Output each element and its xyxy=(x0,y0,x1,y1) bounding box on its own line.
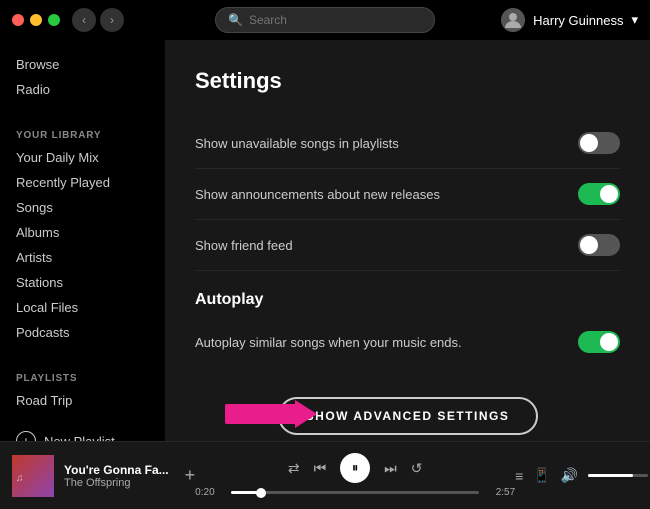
settings-content: Settings Show unavailable songs in playl… xyxy=(165,40,650,441)
sidebar-item-albums[interactable]: Albums xyxy=(0,220,165,245)
sidebar: Browse Radio Your Library Your Daily Mix… xyxy=(0,40,165,441)
settings-title: Settings xyxy=(195,68,620,94)
sidebar-library-section: Your Library Your Daily Mix Recently Pla… xyxy=(0,122,165,353)
setting-row-friend-feed: Show friend feed xyxy=(195,220,620,271)
sidebar-item-artists[interactable]: Artists xyxy=(0,245,165,270)
track-info: You're Gonna Fa... The Offspring xyxy=(64,463,169,489)
next-button[interactable]: ⏭ xyxy=(384,460,397,477)
toggle-releases[interactable] xyxy=(578,183,620,205)
sidebar-item-podcasts[interactable]: Podcasts xyxy=(0,320,165,345)
volume-bar[interactable] xyxy=(588,474,648,477)
player-track-info: ♫ You're Gonna Fa... The Offspring + xyxy=(12,455,195,497)
setting-row-releases: Show announcements about new releases xyxy=(195,169,620,220)
search-bar[interactable]: 🔍 xyxy=(215,7,435,33)
minimize-button[interactable] xyxy=(30,14,42,26)
volume-icon[interactable]: 🔊 xyxy=(561,467,578,484)
chevron-down-icon: ▾ xyxy=(631,12,638,28)
toggle-knob-friend-feed xyxy=(580,236,598,254)
sidebar-item-songs[interactable]: Songs xyxy=(0,195,165,220)
toggle-friend-feed[interactable] xyxy=(578,234,620,256)
plus-icon: + xyxy=(16,431,36,441)
new-playlist-button[interactable]: + New Playlist xyxy=(0,425,165,441)
autoplay-desc: Autoplay similar songs when your music e… xyxy=(195,335,462,350)
autoplay-header: Autoplay xyxy=(195,291,620,309)
toggle-knob-releases xyxy=(600,185,618,203)
username: Harry Guinness xyxy=(533,13,623,28)
friend-feed-label: Show friend feed xyxy=(195,238,293,253)
sidebar-item-local-files[interactable]: Local Files xyxy=(0,295,165,320)
avatar xyxy=(501,8,525,32)
album-art-image: ♫ xyxy=(12,455,54,497)
player-controls: ⇄ ⏮ ⏸ ⏭ ↺ 0:20 2:57 xyxy=(195,453,515,498)
search-icon: 🔍 xyxy=(228,13,243,27)
track-name: You're Gonna Fa... xyxy=(64,463,169,477)
sidebar-item-daily-mix[interactable]: Your Daily Mix xyxy=(0,145,165,170)
queue-icon[interactable]: ≡ xyxy=(515,468,523,484)
album-art: ♫ xyxy=(12,455,54,497)
progress-dot xyxy=(256,488,266,498)
maximize-button[interactable] xyxy=(48,14,60,26)
playlists-label: Playlists xyxy=(0,365,165,388)
previous-button[interactable]: ⏮ xyxy=(314,460,327,477)
unavailable-label: Show unavailable songs in playlists xyxy=(195,136,399,151)
close-button[interactable] xyxy=(12,14,24,26)
toggle-autoplay[interactable] xyxy=(578,331,620,353)
player-bar: ♫ You're Gonna Fa... The Offspring + ⇄ ⏮… xyxy=(0,441,650,509)
autoplay-row: Autoplay similar songs when your music e… xyxy=(195,321,620,363)
user-area[interactable]: Harry Guinness ▾ xyxy=(501,8,638,32)
new-playlist-label: New Playlist xyxy=(44,434,115,442)
control-buttons: ⇄ ⏮ ⏸ ⏭ ↺ xyxy=(288,453,423,483)
forward-button[interactable]: › xyxy=(100,8,124,32)
svg-text:♫: ♫ xyxy=(16,473,24,484)
progress-row: 0:20 2:57 xyxy=(195,487,515,498)
sidebar-top-section: Browse Radio xyxy=(0,52,165,110)
sidebar-item-stations[interactable]: Stations xyxy=(0,270,165,295)
toggle-knob-unavailable xyxy=(580,134,598,152)
progress-bar[interactable] xyxy=(231,491,479,494)
sidebar-item-browse[interactable]: Browse xyxy=(0,52,165,77)
pink-arrow-annotation xyxy=(225,400,317,428)
nav-arrows: ‹ › xyxy=(72,8,124,32)
sidebar-item-radio[interactable]: Radio xyxy=(0,77,165,102)
player-right-controls: ≡ 📱 🔊 ⛶ xyxy=(515,467,650,484)
sidebar-playlists-section: Playlists Road Trip xyxy=(0,365,165,421)
advanced-section: SHOW ADVANCED SETTINGS xyxy=(195,379,620,441)
add-to-library-button[interactable]: + xyxy=(185,465,196,486)
your-library-label: Your Library xyxy=(0,122,165,145)
releases-label: Show announcements about new releases xyxy=(195,187,440,202)
toggle-unavailable[interactable] xyxy=(578,132,620,154)
traffic-lights xyxy=(12,14,60,26)
back-button[interactable]: ‹ xyxy=(72,8,96,32)
current-time: 0:20 xyxy=(195,487,223,498)
toggle-knob-autoplay xyxy=(600,333,618,351)
volume-fill xyxy=(588,474,633,477)
setting-row-unavailable: Show unavailable songs in playlists xyxy=(195,118,620,169)
title-bar: ‹ › 🔍 Harry Guinness ▾ xyxy=(0,0,650,40)
track-artist: The Offspring xyxy=(64,477,169,489)
repeat-button[interactable]: ↺ xyxy=(411,460,423,477)
progress-fill xyxy=(231,491,261,494)
total-time: 2:57 xyxy=(487,487,515,498)
play-pause-button[interactable]: ⏸ xyxy=(340,453,370,483)
devices-icon[interactable]: 📱 xyxy=(533,467,550,484)
search-input[interactable] xyxy=(249,13,422,27)
main-layout: Browse Radio Your Library Your Daily Mix… xyxy=(0,40,650,441)
sidebar-item-road-trip[interactable]: Road Trip xyxy=(0,388,165,413)
shuffle-button[interactable]: ⇄ xyxy=(288,460,300,477)
sidebar-item-recently-played[interactable]: Recently Played xyxy=(0,170,165,195)
